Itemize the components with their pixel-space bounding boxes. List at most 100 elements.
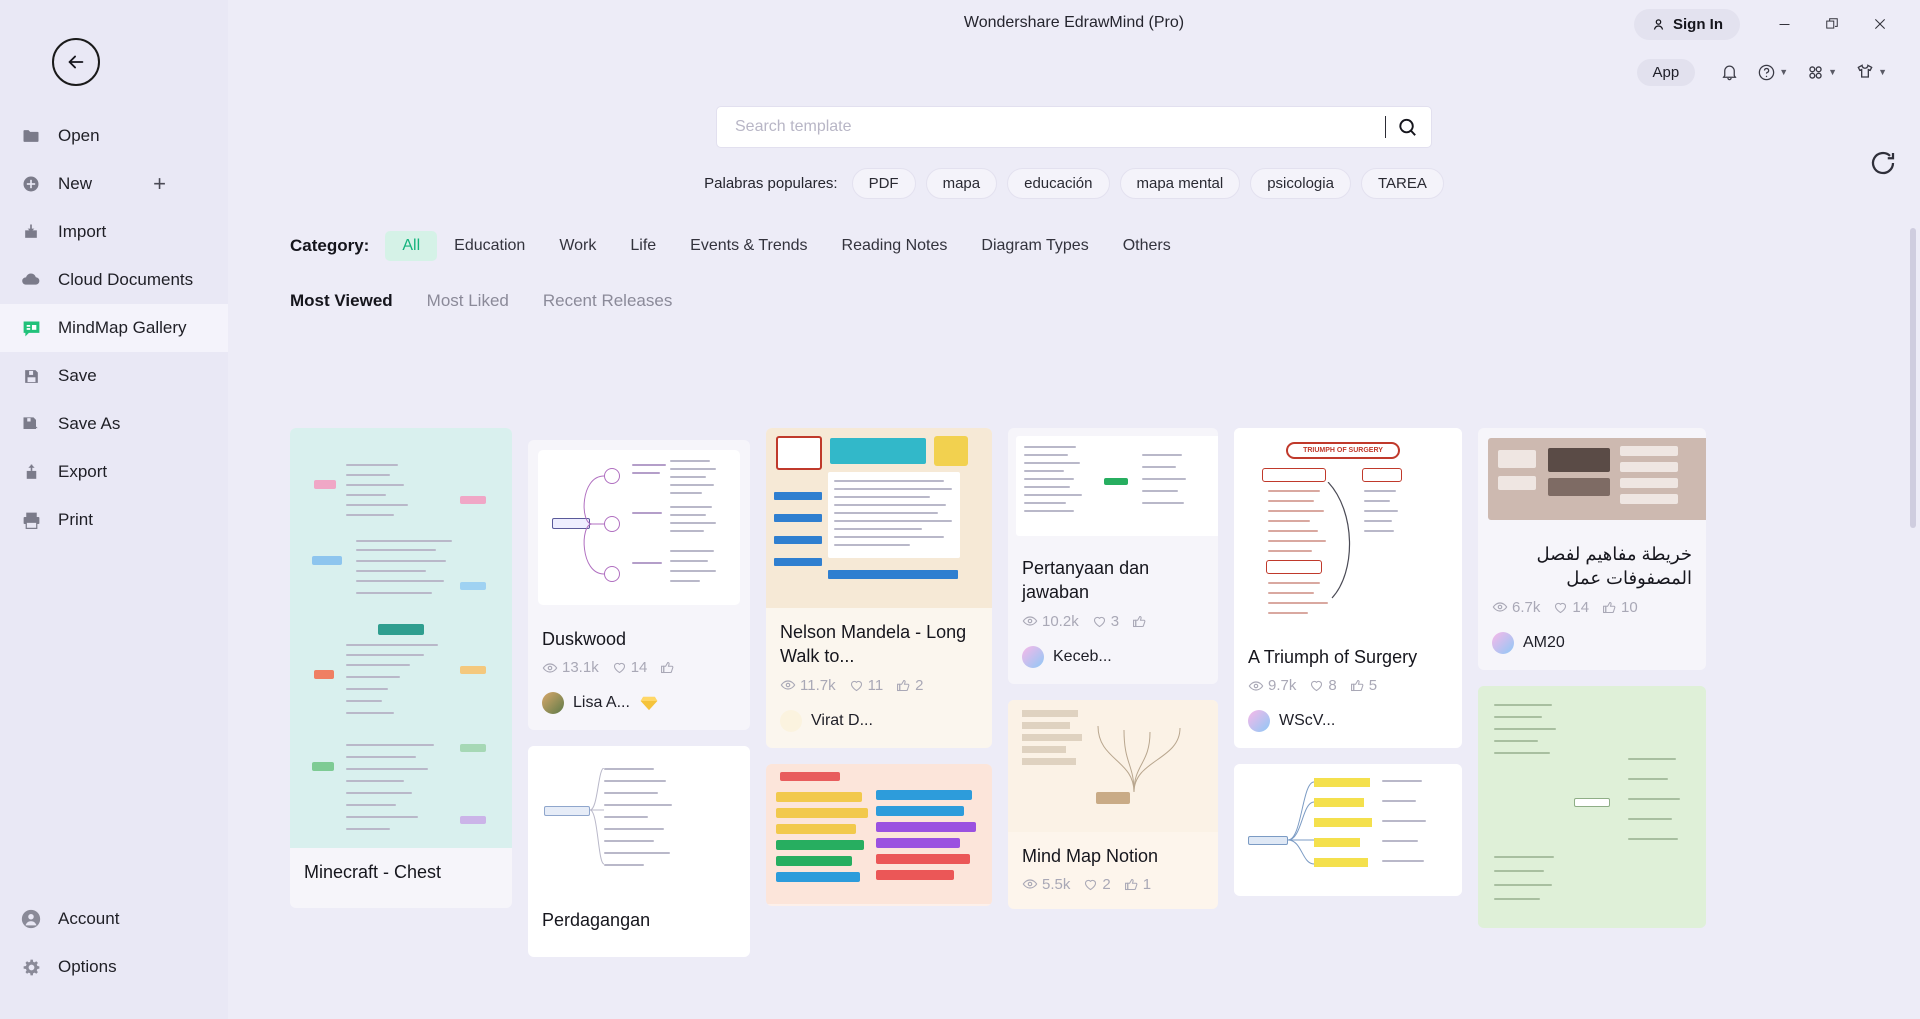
- template-gallery[interactable]: Minecraft - Chest Duskwood 13.1k 14 Lisa…: [228, 428, 1920, 1019]
- card-title: Minecraft - Chest: [304, 862, 442, 882]
- refresh-button[interactable]: [1868, 148, 1898, 178]
- keyword-chip[interactable]: mapa: [925, 168, 998, 199]
- new-add-button[interactable]: +: [153, 173, 166, 195]
- views-stat: 13.1k: [542, 659, 599, 676]
- views-stat: 11.7k: [780, 677, 836, 694]
- template-card[interactable]: [766, 763, 992, 906]
- search-input[interactable]: [735, 118, 1375, 136]
- gallery-icon: [18, 315, 44, 341]
- tab-most-viewed[interactable]: Most Viewed: [290, 291, 393, 311]
- likes-count: 8: [1328, 677, 1337, 695]
- card-stats: 10.2k 3: [1022, 613, 1204, 630]
- views-stat: 6.7k: [1492, 599, 1540, 616]
- cloud-icon: [18, 267, 44, 293]
- category-events-trends[interactable]: Events & Trends: [673, 231, 824, 261]
- keyword-chip[interactable]: mapa mental: [1119, 168, 1241, 199]
- likes-stat: 3: [1092, 613, 1119, 630]
- help-button[interactable]: ▼: [1750, 57, 1795, 88]
- notification-button[interactable]: [1713, 57, 1746, 88]
- category-reading-notes[interactable]: Reading Notes: [825, 231, 965, 261]
- search-button[interactable]: [1396, 116, 1419, 139]
- thumb-heading: TRIUMPH OF SURGERY: [1286, 442, 1400, 459]
- sidebar-item-mindmap-gallery[interactable]: MindMap Gallery: [0, 304, 228, 352]
- views-stat: 5.5k: [1022, 876, 1070, 893]
- app-switch-button[interactable]: App: [1636, 58, 1696, 86]
- keyword-chip[interactable]: educación: [1007, 168, 1110, 199]
- category-others[interactable]: Others: [1106, 231, 1188, 261]
- card-author[interactable]: AM20: [1492, 631, 1692, 654]
- template-card[interactable]: Nelson Mandela - Long Walk to... 11.7k 1…: [766, 428, 992, 748]
- thumbs-stat: 5: [1350, 677, 1377, 694]
- eye-icon: [780, 680, 796, 690]
- help-circle-icon: [1758, 64, 1775, 80]
- sidebar-item-print[interactable]: Print: [0, 496, 228, 544]
- likes-count: 11: [867, 676, 884, 694]
- sidebar-item-label: Cloud Documents: [58, 270, 194, 289]
- card-body: Minecraft - Chest: [290, 848, 512, 906]
- scrollbar[interactable]: [1910, 110, 1918, 1015]
- scrollbar-thumb[interactable]: [1910, 228, 1916, 528]
- views-count: 13.1k: [562, 659, 599, 677]
- heart-icon: [613, 663, 625, 674]
- template-card[interactable]: [1478, 685, 1706, 928]
- keyword-chip[interactable]: TAREA: [1360, 168, 1444, 199]
- thumbs-stat: 10: [1602, 599, 1638, 616]
- back-button[interactable]: [52, 38, 100, 86]
- template-card[interactable]: Perdagangan: [528, 746, 750, 957]
- thumbs-up-icon: [1124, 878, 1138, 890]
- card-author[interactable]: WScV...: [1248, 710, 1448, 733]
- template-card[interactable]: Mind Map Notion 5.5k 2 1: [1008, 699, 1218, 909]
- theme-button[interactable]: ▼: [1848, 56, 1894, 88]
- apps-button[interactable]: ▼: [1799, 57, 1844, 88]
- category-work[interactable]: Work: [542, 231, 613, 261]
- sidebar-item-label: Import: [58, 222, 107, 241]
- template-card[interactable]: Duskwood 13.1k 14 Lisa A...: [528, 440, 750, 731]
- sidebar-item-export[interactable]: Export: [0, 448, 228, 496]
- grid-column: خريطة مفاهيم لفصل المصفوفات عمل 6.7k 14: [1478, 428, 1706, 957]
- card-author[interactable]: Virat D...: [780, 709, 978, 732]
- card-thumbnail: [1488, 438, 1706, 520]
- sidebar-item-options[interactable]: Options: [0, 943, 228, 991]
- close-button[interactable]: [1858, 7, 1902, 41]
- template-card[interactable]: [1234, 764, 1462, 897]
- category-education[interactable]: Education: [437, 231, 542, 261]
- category-all[interactable]: All: [385, 231, 438, 261]
- search-box[interactable]: [716, 106, 1432, 148]
- category-diagram-types[interactable]: Diagram Types: [964, 231, 1105, 261]
- sidebar-item-label: Save: [58, 366, 97, 385]
- category-life[interactable]: Life: [613, 231, 673, 261]
- tab-most-liked[interactable]: Most Liked: [427, 291, 509, 311]
- template-card[interactable]: TRIUMPH OF SURGERY A Triumph of Surgery …: [1234, 428, 1462, 749]
- secondary-toolbar: App ▼ ▼ ▼: [228, 48, 1920, 96]
- sidebar-item-account[interactable]: Account: [0, 895, 228, 943]
- likes-stat: 14: [1553, 599, 1589, 616]
- tab-recent-releases[interactable]: Recent Releases: [543, 291, 672, 311]
- sign-in-button[interactable]: Sign In: [1634, 8, 1740, 40]
- sidebar-item-import[interactable]: Import: [0, 208, 228, 256]
- author-name: AM20: [1523, 633, 1565, 651]
- sidebar-item-open[interactable]: Open: [0, 112, 228, 160]
- card-author[interactable]: Keceb...: [1022, 645, 1204, 668]
- account-icon: [18, 906, 44, 932]
- template-card[interactable]: خريطة مفاهيم لفصل المصفوفات عمل 6.7k 14: [1478, 428, 1706, 670]
- app-root: Open New + Import Cloud Documents MindMa…: [0, 0, 1920, 1019]
- card-thumbnail: TRIUMPH OF SURGERY: [1234, 428, 1462, 633]
- sidebar-item-cloud-documents[interactable]: Cloud Documents: [0, 256, 228, 304]
- eye-icon: [1022, 616, 1038, 626]
- views-count: 11.7k: [800, 676, 836, 694]
- folder-icon: [18, 123, 44, 149]
- sidebar-item-new[interactable]: New +: [0, 160, 228, 208]
- minimize-button[interactable]: [1762, 7, 1806, 41]
- restore-button[interactable]: [1810, 7, 1854, 41]
- template-card[interactable]: Pertanyaan dan jawaban 10.2k 3 Keceb...: [1008, 428, 1218, 684]
- sidebar-item-save-as[interactable]: Save As: [0, 400, 228, 448]
- card-stats: 6.7k 14 10: [1492, 599, 1692, 616]
- sidebar-item-save[interactable]: Save: [0, 352, 228, 400]
- card-stats: 5.5k 2 1: [1022, 876, 1204, 893]
- card-author[interactable]: Lisa A...: [542, 692, 736, 715]
- template-card[interactable]: Minecraft - Chest: [290, 428, 512, 909]
- keyword-chip[interactable]: PDF: [851, 168, 916, 199]
- keyword-chip[interactable]: psicologia: [1250, 168, 1351, 199]
- sort-tabs: Most Viewed Most Liked Recent Releases: [228, 291, 1920, 311]
- author-name: Keceb...: [1053, 647, 1112, 665]
